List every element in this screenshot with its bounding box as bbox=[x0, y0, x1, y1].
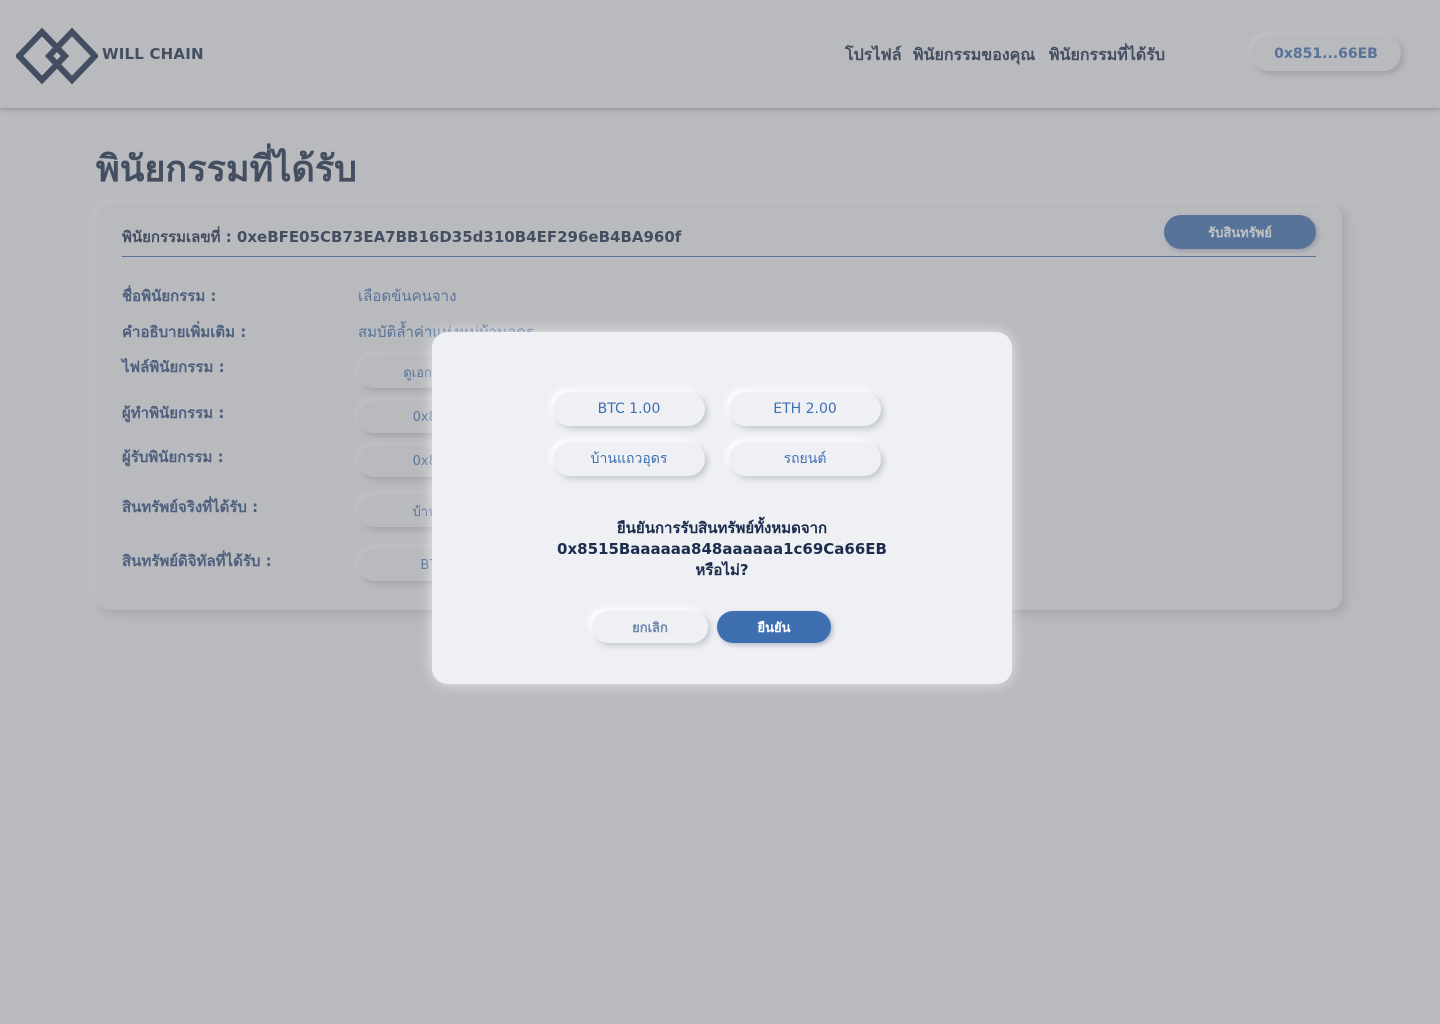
asset-chip-house: บ้านแถวอุดร bbox=[553, 442, 705, 476]
confirm-button[interactable]: ยืนยัน bbox=[717, 611, 831, 643]
confirm-message: ยืนยันการรับสินทรัพย์ทั้งหมดจาก 0x8515Ba… bbox=[492, 518, 952, 581]
confirm-claim-modal: BTC 1.00 ETH 2.00 บ้านแถวอุดร รถยนต์ ยืน… bbox=[432, 332, 1012, 684]
asset-chip-btc: BTC 1.00 bbox=[553, 392, 705, 426]
asset-chip-car: รถยนต์ bbox=[729, 442, 881, 476]
asset-chip-eth: ETH 2.00 bbox=[729, 392, 881, 426]
cancel-button[interactable]: ยกเลิก bbox=[592, 611, 708, 643]
confirm-message-line1: ยืนยันการรับสินทรัพย์ทั้งหมดจาก bbox=[616, 519, 828, 537]
confirm-message-address: 0x8515Baaaaaa848aaaaaa1c69Ca66EB bbox=[557, 540, 887, 558]
confirm-message-line3: หรือไม่? bbox=[695, 561, 749, 579]
